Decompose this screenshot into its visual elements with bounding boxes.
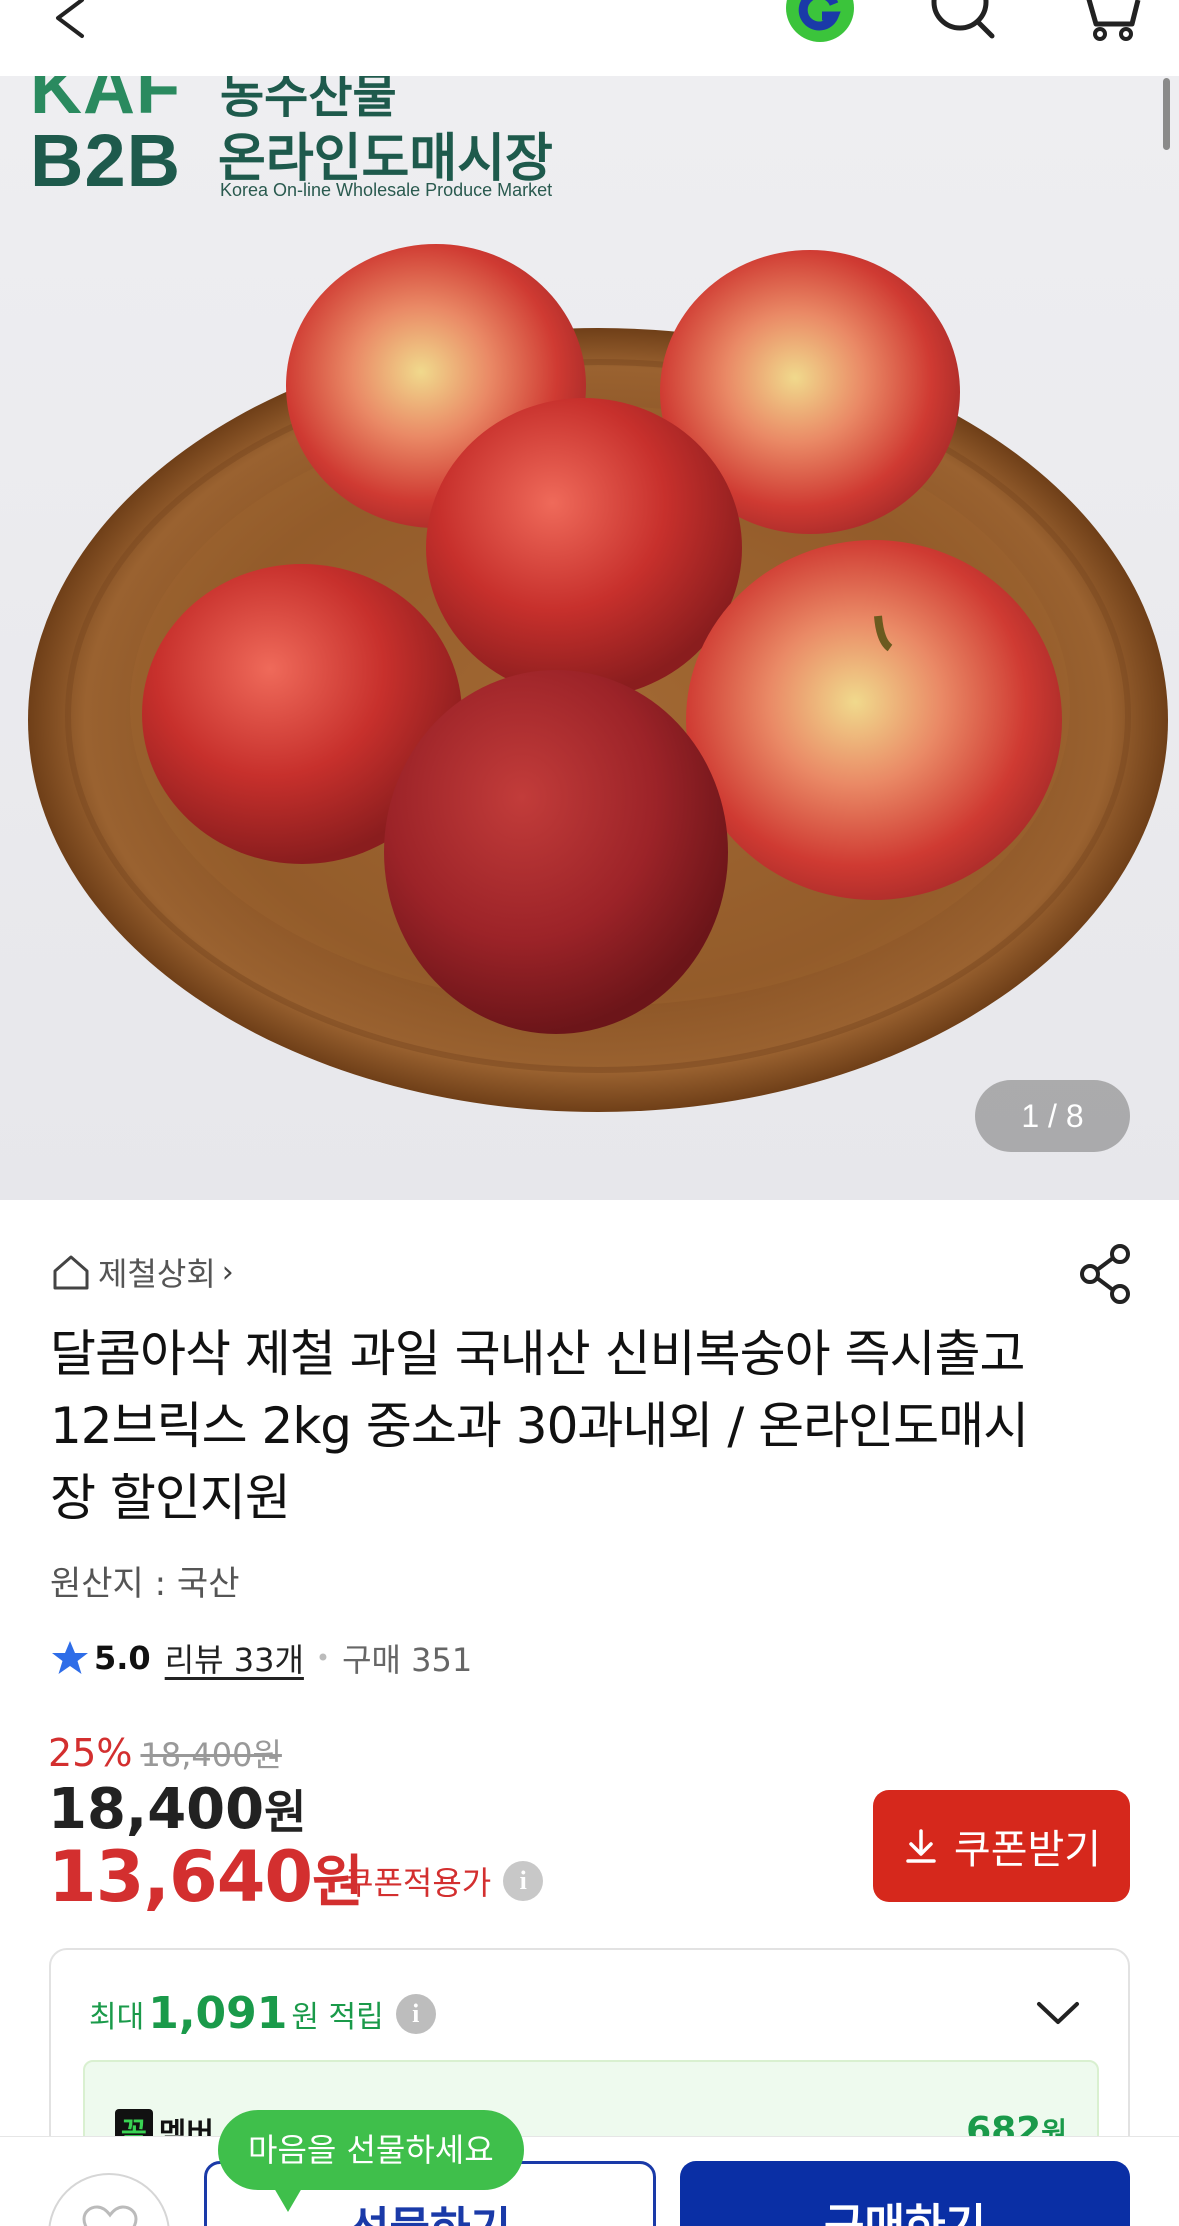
peaches-on-plate-image xyxy=(28,244,1168,1112)
share-icon[interactable] xyxy=(1078,1244,1134,1304)
coupon-price-label: 쿠폰적용가 i xyxy=(344,1858,544,1904)
get-coupon-button[interactable]: 쿠폰받기 xyxy=(873,1790,1130,1902)
sale-price: 18,400원 xyxy=(48,1776,306,1842)
buy-button-label: 구매하기 xyxy=(824,2200,986,2226)
get-coupon-label: 쿠폰받기 xyxy=(953,1827,1102,1873)
download-icon xyxy=(906,1829,936,1863)
sale-price-amount: 18,400 xyxy=(48,1777,265,1842)
points-summary: 최대 1,091 원 적립 i xyxy=(89,1988,436,2039)
chevron-down-icon[interactable] xyxy=(1035,1998,1081,2028)
brand-logo: KAF B2B 농수산물 온라인도매시장 Korea On-line Whole… xyxy=(30,76,590,206)
original-price: 18,400원 xyxy=(140,1736,282,1774)
top-navigation-bar xyxy=(0,0,1179,76)
gift-button-label: 선물하기 xyxy=(349,2192,511,2226)
home-icon xyxy=(53,1255,89,1290)
buy-button[interactable]: 구매하기 xyxy=(680,2161,1130,2226)
product-title: 달콤아삭 제철 과일 국내산 신비복숭아 즉시출고 12브릭스 2kg 중소과 … xyxy=(50,1325,1029,1527)
gift-tooltip: 마음을 선물하세요 xyxy=(218,2110,524,2212)
purchase-count: 구매 351 xyxy=(342,1641,473,1679)
rating-row: 5.0 리뷰 33개 • 구매 351 xyxy=(50,1636,472,1680)
store-link[interactable]: 제철상회 › xyxy=(50,1248,234,1296)
bottom-action-bar: 선물하기 구매하기 xyxy=(0,2136,1179,2226)
rating-score: 5.0 xyxy=(94,1639,151,1677)
cart-icon[interactable] xyxy=(1076,0,1142,42)
review-count-link[interactable]: 리뷰 33개 xyxy=(165,1635,304,1681)
points-suffix: 원 적립 xyxy=(291,1999,384,2035)
discount-row: 25% 18,400원 xyxy=(48,1730,282,1776)
product-image-carousel[interactable]: KAF B2B 농수산물 온라인도매시장 Korea On-line Whole… xyxy=(0,76,1179,1200)
coupon-price: 13,640원 xyxy=(48,1836,364,1918)
star-icon xyxy=(52,1641,88,1674)
points-amount: 1,091 xyxy=(148,1988,288,2039)
info-icon[interactable]: i xyxy=(503,1861,544,1901)
origin-info: 원산지 : 국산 xyxy=(50,1564,240,1604)
brand-logo-english: Korea On-line Wholesale Produce Market xyxy=(220,180,553,200)
discount-percent: 25% xyxy=(48,1731,133,1775)
store-name: 제철상회 xyxy=(98,1255,216,1293)
coupon-price-label-text: 쿠폰적용가 xyxy=(344,1864,492,1902)
separator-dot: • xyxy=(315,1644,331,1672)
heart-icon xyxy=(82,2205,138,2226)
back-icon[interactable] xyxy=(46,0,90,44)
wishlist-button[interactable] xyxy=(48,2173,170,2226)
search-icon[interactable] xyxy=(928,0,998,40)
chevron-right-icon: › xyxy=(221,1254,234,1290)
image-counter: 1 / 8 xyxy=(975,1080,1130,1152)
points-prefix: 최대 xyxy=(89,1999,145,2035)
g-logo-icon[interactable] xyxy=(784,0,856,44)
brand-logo-b2b: B2B xyxy=(30,119,182,202)
coupon-price-amount: 13,640 xyxy=(48,1836,313,1918)
scrollbar-thumb[interactable] xyxy=(1163,78,1170,150)
points-info-icon[interactable]: i xyxy=(395,1993,436,2034)
sale-price-won: 원 xyxy=(264,1785,307,1839)
